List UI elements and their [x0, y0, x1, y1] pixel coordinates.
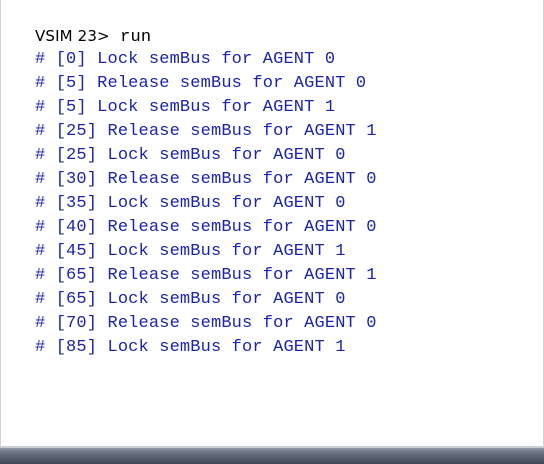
- command-run: run: [120, 28, 152, 47]
- output-line: # [65] Release semBus for AGENT 1: [35, 266, 377, 285]
- output-line: # [0] Lock semBus for AGENT 0: [35, 50, 336, 69]
- transcript-lines: VSIM 23> run # [0] Lock semBus for AGENT…: [35, 24, 377, 360]
- output-line: # [40] Release semBus for AGENT 0: [35, 218, 377, 237]
- vsim-prompt: VSIM 23>: [35, 27, 110, 45]
- command-prompt-line: VSIM 23> run: [35, 24, 377, 48]
- command-text: run: [110, 28, 151, 47]
- output-line: # [65] Lock semBus for AGENT 0: [35, 290, 346, 309]
- window-bottom-edge: [0, 446, 544, 464]
- output-line: # [5] Lock semBus for AGENT 1: [35, 98, 336, 117]
- output-line: # [85] Lock semBus for AGENT 1: [35, 338, 346, 357]
- output-line: # [45] Lock semBus for AGENT 1: [35, 242, 346, 261]
- output-line: # [25] Release semBus for AGENT 1: [35, 122, 377, 141]
- output-line: # [30] Release semBus for AGENT 0: [35, 170, 377, 189]
- output-line: # [25] Lock semBus for AGENT 0: [35, 146, 346, 165]
- output-line: # [35] Lock semBus for AGENT 0: [35, 194, 346, 213]
- transcript-console[interactable]: VSIM 23> run # [0] Lock semBus for AGENT…: [0, 0, 544, 446]
- output-line: # [70] Release semBus for AGENT 0: [35, 314, 377, 333]
- output-line: # [5] Release semBus for AGENT 0: [35, 74, 367, 93]
